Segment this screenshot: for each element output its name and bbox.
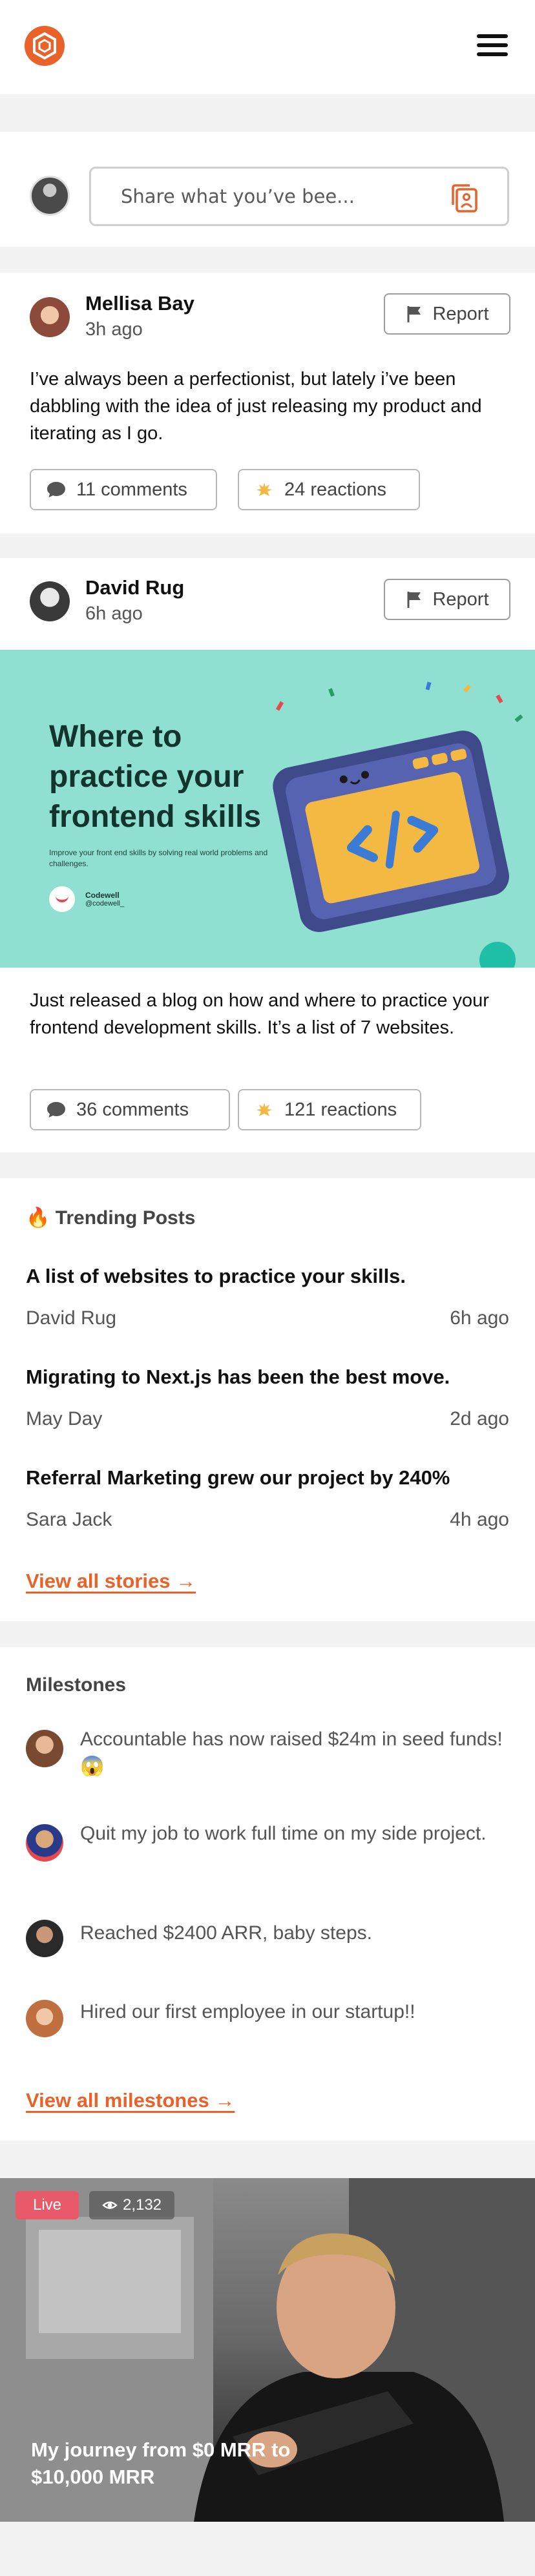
monitor-illustration-icon [273, 681, 523, 968]
banner-subtitle: Improve your front end skills by solving… [49, 848, 268, 868]
report-button[interactable]: Report [384, 293, 510, 335]
report-label: Report [432, 303, 489, 324]
trending-post-time: 6h ago [450, 1307, 509, 1329]
trending-post-time: 4h ago [450, 1509, 509, 1530]
fire-icon: 🔥 [26, 1207, 50, 1229]
hamburger-menu-icon[interactable] [474, 31, 510, 61]
report-label: Report [432, 588, 489, 610]
post-time: 3h ago [85, 319, 143, 340]
trending-title: Trending Posts [55, 1207, 196, 1229]
milestones-card [0, 1647, 535, 2141]
banner-brand: Codewell @codewell_ [49, 886, 124, 912]
post-text: Just released a blog on how and where to… [30, 990, 489, 1038]
comments-button[interactable]: 11 comments [30, 469, 217, 510]
milestone-text: Quit my job to work full time on my side… [80, 1823, 487, 1844]
logo-icon[interactable] [25, 26, 65, 66]
trending-post-meta: Sara Jack 4h ago [26, 1509, 509, 1531]
codewell-logo-icon [49, 886, 75, 912]
avatar [30, 581, 70, 621]
trending-post-author: Sara Jack [26, 1509, 112, 1530]
avatar [26, 1730, 63, 1767]
brand-handle: @codewell_ [85, 900, 125, 908]
share-input[interactable] [91, 169, 427, 224]
comments-count: 11 comments [76, 479, 187, 500]
post-time: 6h ago [85, 603, 143, 624]
clap-icon [257, 1103, 272, 1116]
app-header [0, 0, 535, 94]
avatar [26, 1920, 63, 1957]
views-count: 2,132 [122, 2196, 162, 2214]
trending-header: 🔥 Trending Posts [26, 1207, 195, 1229]
live-badge: Live [16, 2191, 79, 2219]
reactions-button[interactable]: 121 reactions [238, 1089, 421, 1130]
user-avatar [30, 176, 70, 216]
banner-title: Where to practice your frontend skills [49, 720, 262, 834]
post-text: I’ve always been a perfectionist, but la… [30, 369, 482, 444]
reactions-count: 121 reactions [284, 1099, 397, 1120]
trending-post-time: 2d ago [450, 1408, 509, 1429]
live-video-card[interactable]: Live 2,132 My journey from $0 MRR to $10… [0, 2178, 535, 2522]
flag-icon [407, 306, 421, 322]
trending-post-title[interactable]: Referral Marketing grew our project by 2… [26, 1466, 517, 1490]
flag-icon [407, 592, 421, 608]
reactions-button[interactable]: 24 reactions [238, 469, 420, 510]
share-input-box[interactable] [89, 167, 509, 226]
trending-posts-card [0, 1178, 535, 1621]
view-all-stories-link[interactable]: View all stories → [26, 1570, 196, 1593]
trending-post-meta: David Rug 6h ago [26, 1307, 509, 1329]
trending-post-title[interactable]: Migrating to Next.js has been the best m… [26, 1366, 517, 1389]
image-upload-icon[interactable] [449, 183, 479, 214]
trending-post-author: David Rug [26, 1307, 117, 1329]
post-image: Where to practice your frontend skills I… [0, 650, 535, 968]
comments-count: 36 comments [76, 1099, 189, 1120]
milestone-text: Accountable has now raised $24m in seed … [80, 1729, 503, 1777]
milestone-text: Hired our first employee in our startup!… [80, 2001, 415, 2022]
trending-post-meta: May Day 2d ago [26, 1408, 509, 1430]
comment-icon [47, 1102, 65, 1117]
post-author: Mellisa Bay [85, 292, 194, 315]
avatar [26, 1824, 63, 1862]
avatar [30, 297, 70, 337]
clap-icon [257, 483, 272, 496]
milestones-title: Milestones [26, 1674, 127, 1696]
views-badge: 2,132 [89, 2191, 174, 2219]
avatar [26, 2000, 63, 2037]
video-title: My journey from $0 MRR to $10,000 MRR [31, 2438, 291, 2488]
comment-icon [47, 482, 65, 497]
trending-post-author: May Day [26, 1408, 103, 1429]
report-button[interactable]: Report [384, 579, 510, 620]
trending-post-title[interactable]: A list of websites to practice your skil… [26, 1265, 517, 1288]
post-author: David Rug [85, 576, 185, 599]
reactions-count: 24 reactions [284, 479, 386, 500]
eye-icon [102, 2201, 118, 2209]
view-all-milestones-link[interactable]: View all milestones → [26, 2089, 235, 2112]
milestone-text: Reached $2400 ARR, baby steps. [80, 1922, 372, 1944]
brand-name: Codewell [85, 891, 120, 900]
comments-button[interactable]: 36 comments [30, 1089, 230, 1130]
